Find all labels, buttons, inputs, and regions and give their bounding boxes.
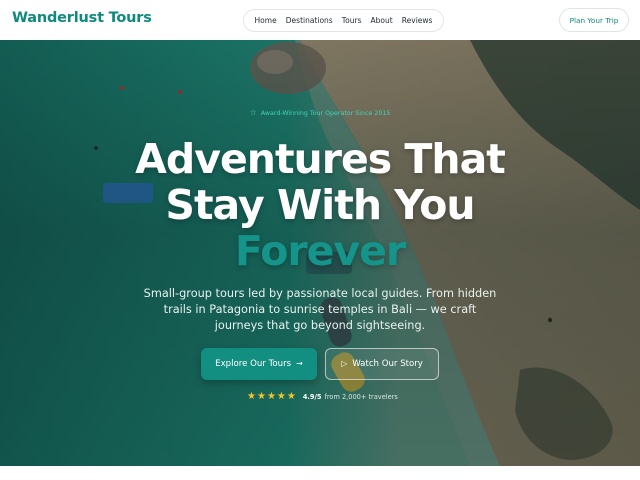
nav-reviews[interactable]: Reviews bbox=[402, 16, 433, 25]
plan-trip-button[interactable]: Plan Your Trip bbox=[559, 8, 629, 32]
page-bottom-strip bbox=[0, 466, 640, 480]
headline-line-2: Stay With You bbox=[165, 181, 475, 229]
award-badge: ☆ Award-Winning Tour Operator Since 2015 bbox=[246, 106, 394, 120]
play-icon: ▷ bbox=[341, 359, 348, 368]
hero-headline: Adventures That Stay With You Forever bbox=[100, 136, 540, 274]
headline-line-1: Adventures That bbox=[135, 135, 506, 183]
site-header: Wanderlust Tours Home Destinations Tours… bbox=[0, 0, 640, 40]
rating-summary: ★ ★ ★ ★ ★ 4.9/5 from 2,000+ travelers bbox=[247, 390, 398, 404]
rating-text: from 2,000+ travelers bbox=[324, 393, 398, 401]
main-nav: Home Destinations Tours About Reviews bbox=[243, 9, 444, 32]
headline-accent: Forever bbox=[234, 227, 406, 275]
nav-home[interactable]: Home bbox=[255, 16, 277, 25]
nav-tours[interactable]: Tours bbox=[342, 16, 362, 25]
star-icon: ★ bbox=[247, 391, 256, 402]
star-icon: ★ bbox=[286, 391, 296, 402]
hero-section: ☆ Award-Winning Tour Operator Since 2015… bbox=[0, 40, 640, 466]
star-icon: ★ bbox=[266, 391, 276, 402]
watch-story-button[interactable]: ▷ Watch Our Story bbox=[325, 348, 439, 380]
nav-about[interactable]: About bbox=[371, 16, 393, 25]
nav-destinations[interactable]: Destinations bbox=[286, 16, 333, 25]
brand-logo[interactable]: Wanderlust Tours bbox=[12, 10, 152, 26]
award-badge-text: Award-Winning Tour Operator Since 2015 bbox=[260, 109, 391, 117]
explore-tours-button[interactable]: Explore Our Tours → bbox=[201, 348, 317, 380]
rating-stars: ★ ★ ★ ★ ★ bbox=[247, 392, 296, 402]
watch-story-label: Watch Our Story bbox=[352, 359, 423, 369]
rating-score: 4.9/5 bbox=[302, 393, 322, 401]
star-outline-icon: ☆ bbox=[249, 108, 257, 117]
star-icon: ★ bbox=[256, 391, 266, 402]
star-icon: ★ bbox=[276, 391, 286, 402]
arrow-right-icon: → bbox=[296, 359, 303, 368]
explore-tours-label: Explore Our Tours bbox=[215, 359, 292, 369]
hero-subtext: Small-group tours led by passionate loca… bbox=[143, 287, 497, 332]
